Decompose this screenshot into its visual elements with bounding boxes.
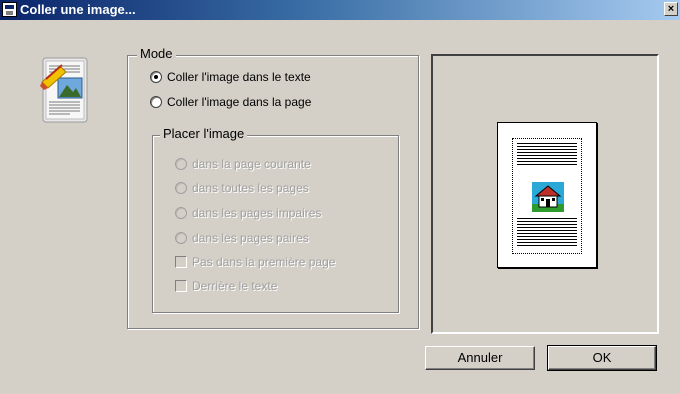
window-title: Coller une image... bbox=[20, 2, 136, 17]
radio-indicator[interactable] bbox=[175, 182, 187, 194]
radio-label: dans toutes les pages bbox=[192, 181, 309, 195]
title-bar[interactable]: Coller une image... × bbox=[0, 0, 680, 20]
radio-indicator[interactable] bbox=[150, 71, 162, 83]
page-preview bbox=[431, 54, 659, 334]
ok-button[interactable]: OK bbox=[547, 345, 657, 371]
checkbox-label: Derrière le texte bbox=[192, 279, 278, 293]
radio-label: Coller l'image dans la page bbox=[167, 95, 312, 109]
cancel-button[interactable]: Annuler bbox=[425, 346, 535, 370]
radio-indicator[interactable] bbox=[175, 158, 187, 170]
preview-page bbox=[497, 122, 597, 268]
text-lines-top bbox=[517, 143, 577, 167]
close-button[interactable]: × bbox=[664, 2, 678, 16]
radio-label: dans les pages impaires bbox=[192, 206, 322, 220]
checkbox-label: Pas dans la première page bbox=[192, 255, 336, 269]
newspaper-paste-icon bbox=[40, 57, 88, 123]
mode-legend: Mode bbox=[137, 46, 176, 61]
text-lines-bottom bbox=[517, 218, 577, 248]
window-icon bbox=[2, 2, 17, 17]
radio-indicator[interactable] bbox=[150, 96, 162, 108]
preview-margins bbox=[512, 138, 582, 254]
radio-label: dans la page courante bbox=[192, 157, 311, 171]
radio-indicator[interactable] bbox=[175, 232, 187, 244]
checkbox-indicator[interactable] bbox=[175, 280, 187, 292]
radio-label: Coller l'image dans le texte bbox=[167, 70, 311, 84]
radio-indicator[interactable] bbox=[175, 207, 187, 219]
checkbox-indicator[interactable] bbox=[175, 256, 187, 268]
radio-label: dans les pages paires bbox=[192, 231, 309, 245]
placement-legend: Placer l'image bbox=[160, 126, 248, 141]
house-icon bbox=[532, 182, 564, 212]
